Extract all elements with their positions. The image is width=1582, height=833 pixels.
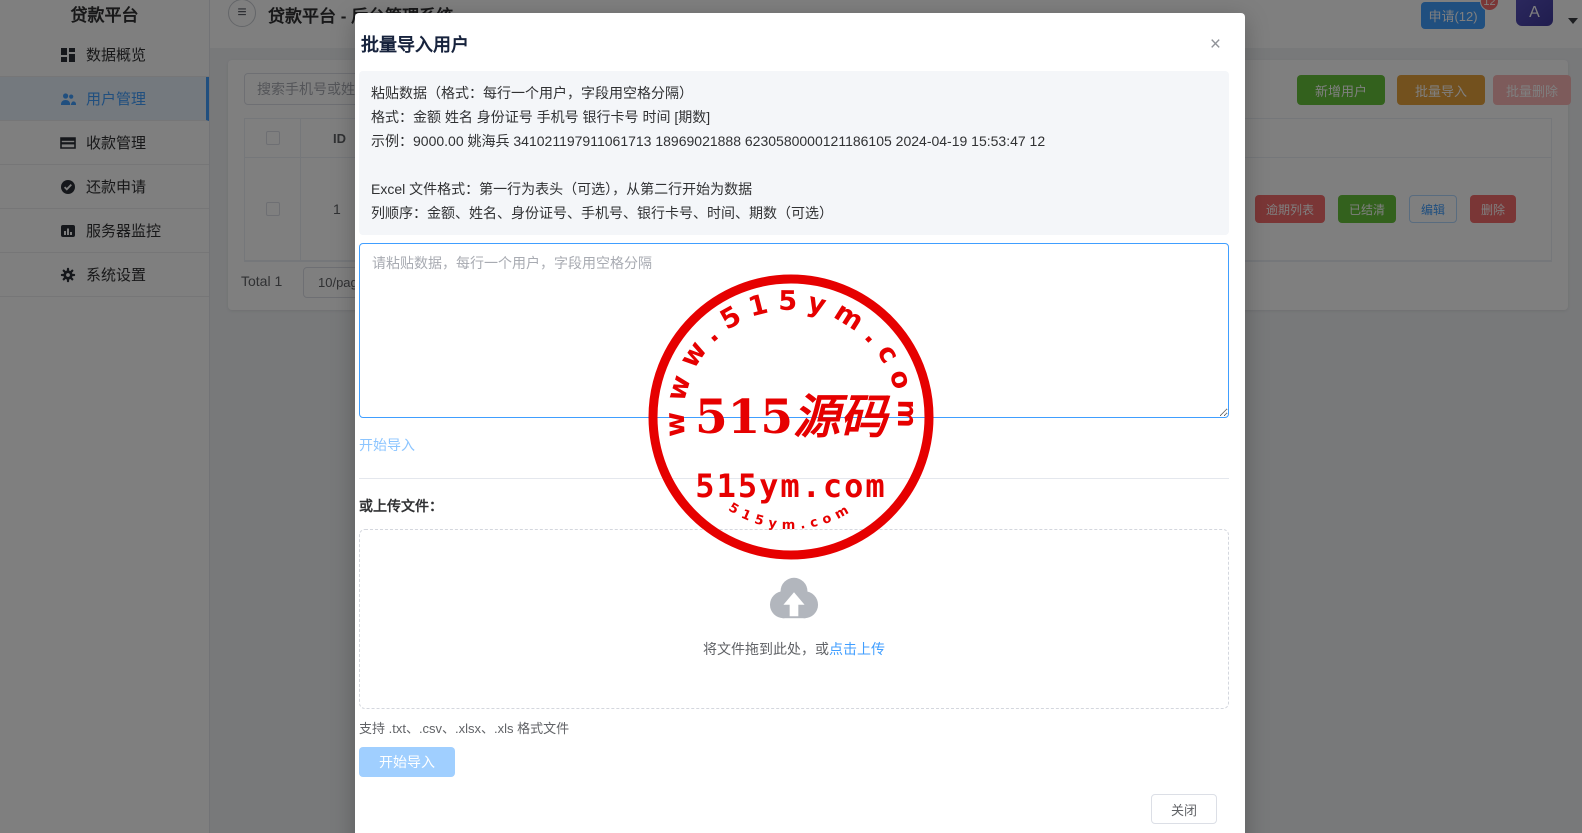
modal-footer: 关闭 xyxy=(359,794,1229,824)
upload-cloud-icon xyxy=(762,573,826,623)
svg-text:515ym.com: 515ym.com xyxy=(726,500,856,533)
stamp-domain-text: 515ym.com xyxy=(695,467,886,505)
import-format-info: 粘贴数据（格式：每行一个用户，字段用空格分隔） 格式：金额 姓名 身份证号 手机… xyxy=(359,71,1229,235)
info-line: 列顺序：金额、姓名、身份证号、手机号、银行卡号、时间、期数（可选） xyxy=(371,201,1217,225)
format-hint: 支持 .txt、.csv、.xlsx、.xls 格式文件 xyxy=(359,718,1229,737)
stamp-center-cjk: 源码 xyxy=(793,390,891,445)
watermark-stamp: www.515ym.com 515源码 515ym.com 515ym.com xyxy=(646,272,936,562)
info-line: 示例：9000.00 姚海兵 341021197911061713 189690… xyxy=(371,129,1217,153)
click-upload-link[interactable]: 点击上传 xyxy=(829,641,885,657)
start-import-link[interactable]: 开始导入 xyxy=(359,435,415,455)
drop-hint-text: 将文件拖到此处，或点击上传 xyxy=(703,639,885,659)
start-import-button[interactable]: 开始导入 xyxy=(359,747,455,777)
info-line xyxy=(371,153,1217,177)
close-modal-button[interactable]: 关闭 xyxy=(1151,794,1217,824)
drop-text: 将文件拖到此处，或 xyxy=(703,641,829,657)
close-icon[interactable]: × xyxy=(1210,35,1221,54)
info-line: Excel 文件格式：第一行为表头（可选），从第二行开始为数据 xyxy=(371,177,1217,201)
info-line: 格式：金额 姓名 身份证号 手机号 银行卡号 时间 [期数] xyxy=(371,105,1217,129)
stamp-center-digits: 515 xyxy=(695,390,793,445)
stamp-center-text: 515源码 xyxy=(695,390,891,445)
info-line: 粘贴数据（格式：每行一个用户，字段用空格分隔） xyxy=(371,81,1217,105)
stamp-arc-bottom-text: 515ym.com xyxy=(726,500,856,533)
modal-title: 批量导入用户 xyxy=(359,31,1229,57)
